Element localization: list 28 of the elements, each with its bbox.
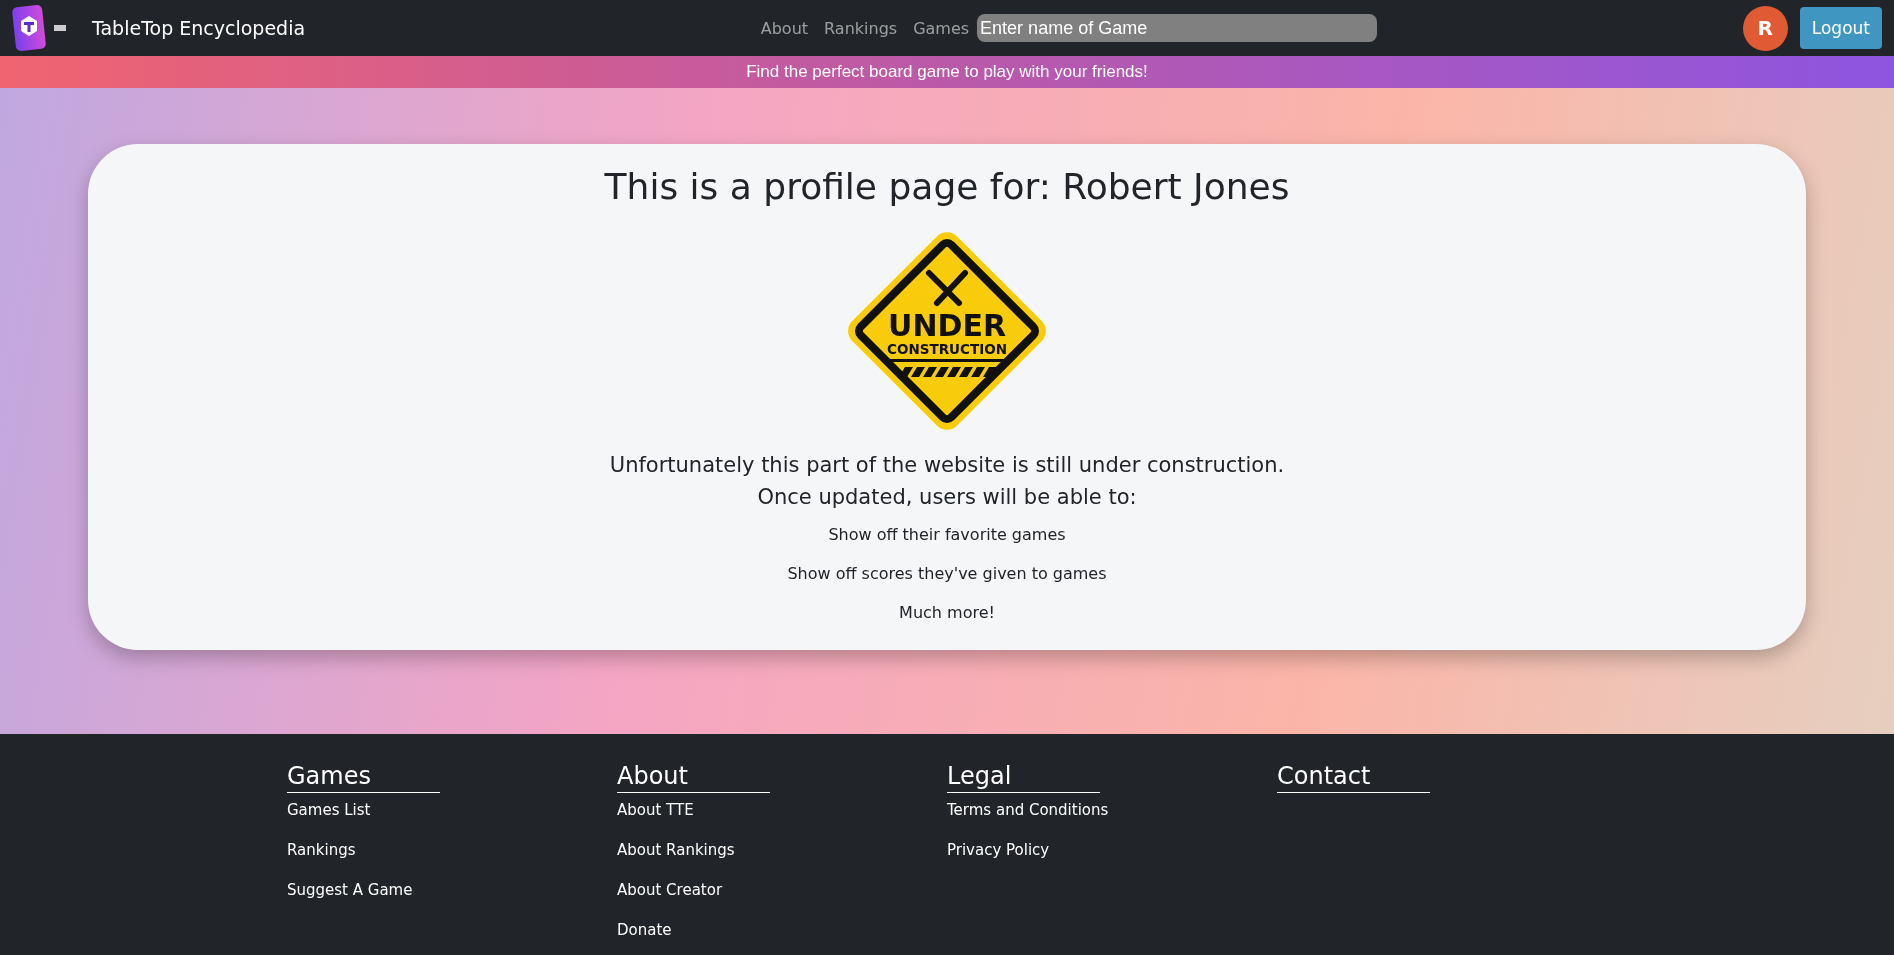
footer-heading: About [617, 762, 770, 793]
nav-link[interactable]: Rankings [824, 18, 898, 38]
footer-link[interactable]: About TTE [617, 801, 694, 819]
tagline-banner: Find the perfect board game to play with your friends! [0, 56, 1894, 88]
footer-link[interactable]: Rankings [287, 841, 356, 859]
brand-link[interactable]: TableTop Encyclopedia [92, 17, 306, 39]
footer-link[interactable]: About Rankings [617, 841, 735, 859]
logo-icon[interactable] [12, 4, 46, 52]
nav-link[interactable]: About [760, 18, 809, 38]
footer-heading: Games [287, 762, 440, 793]
feature-text: Show off scores they've given to games [787, 564, 1107, 583]
footer-link[interactable]: Terms and Conditions [947, 801, 1109, 819]
nav-link[interactable]: Games [913, 18, 970, 38]
footer-heading: Legal [947, 762, 1100, 793]
features-subtitle: Once updated, users will be able to: [757, 485, 1137, 509]
user-avatar[interactable]: R [1742, 5, 1788, 51]
footer-link[interactable]: Suggest A Game [287, 881, 413, 899]
broken-image-icon [54, 25, 66, 31]
profile-title: This is a profile page for: Robert Jones [604, 166, 1290, 207]
footer-link[interactable]: Privacy Policy [947, 841, 1050, 859]
footer-heading: Contact [1277, 762, 1430, 793]
feature-text: Much more! [899, 603, 995, 622]
footer-link[interactable]: Games List [287, 801, 371, 819]
search-field[interactable]: Enter name of Game [977, 14, 1378, 42]
footer-link[interactable]: About Creator [617, 881, 723, 899]
feature-text: Show off their favorite games [828, 525, 1066, 544]
footer-link[interactable]: Donate [617, 921, 672, 939]
construction-message: Unfortunately this part of the website is still under construction. [609, 453, 1285, 477]
